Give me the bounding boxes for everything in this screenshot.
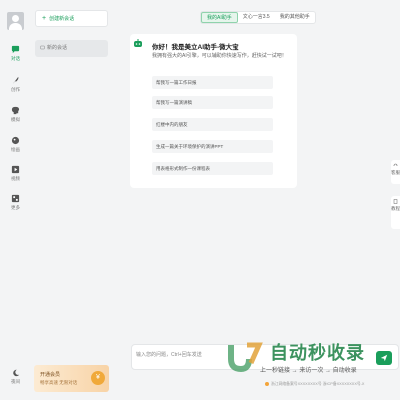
history-item-label: 新的会话 [47, 45, 68, 51]
palette-icon [11, 136, 20, 145]
watermark: 自动秒收录 上一秒链接 → 来访一次 → 自动收录 [225, 337, 400, 377]
rail-item-create[interactable]: 创作 [0, 76, 31, 100]
rail-label: 创作 [11, 87, 20, 92]
history-item[interactable]: 新的会话 [35, 40, 108, 57]
avatar[interactable] [7, 12, 24, 30]
rail-item-paint[interactable]: 绘画 [0, 136, 31, 160]
footer-info: 浙江网络备案号XXXXXXXX号 浙ICP备XXXXXXXX号-X [265, 382, 364, 387]
rail-label: 视频 [11, 176, 20, 181]
rail-label: 更多 [11, 205, 20, 210]
nav-rail: 对话 创作 模拟 绘画 视频 更多 夜间 [0, 0, 31, 400]
prompt-suggestion[interactable]: 帮我写一篇演讲稿 [152, 96, 273, 109]
prompt-suggestion[interactable]: 生成一篇关于环境保护的演讲PPT [152, 140, 273, 153]
coin-icon: ¥ [91, 371, 105, 385]
vip-banner[interactable]: 开通会员 畅享高速 无限对话 ¥ [34, 365, 109, 392]
welcome-card: 你好！我是美立AI助手-微大宝 我拥有强大的AI引擎，可以辅助你快速写作，赶快试… [130, 34, 297, 188]
support-button[interactable]: 客服 [391, 160, 400, 184]
history-sidebar: + 创建新会话 新的会话 开通会员 畅享高速 无限对话 ¥ [31, 0, 115, 400]
tab-other-assistant[interactable]: 我的其他助手 [275, 12, 315, 23]
grid-icon [11, 194, 20, 203]
rail-item-more[interactable]: 更多 [0, 194, 31, 218]
headset-icon [393, 163, 398, 166]
vip-subtitle: 畅享高速 无限对话 [40, 380, 78, 385]
welcome-subtitle: 我拥有强大的AI引擎，可以辅助你快速写作，赶快试一试吧！ [152, 53, 287, 59]
rail-label: 绘画 [11, 147, 20, 152]
watermark-subtitle: 上一秒链接 → 来访一次 → 自动收录 [260, 368, 357, 374]
welcome-title: 你好！我是美立AI助手-微大宝 [152, 44, 239, 51]
badge-icon [265, 382, 269, 386]
theme-label: 夜间 [11, 379, 20, 384]
chat-icon [11, 45, 20, 54]
video-icon [11, 165, 20, 174]
robot-icon [134, 39, 142, 47]
feather-icon [12, 76, 19, 85]
message-icon [40, 45, 45, 50]
tutorial-button[interactable]: 教程 [391, 196, 400, 229]
plus-icon: + [42, 15, 47, 22]
footer-text: 浙江网络备案号XXXXXXXX号 浙ICP备XXXXXXXX号-X [271, 382, 365, 386]
moon-icon [12, 369, 19, 377]
rail-item-simulate[interactable]: 模拟 [0, 106, 31, 130]
model-tabs: 我的AI助手 文心一言3.5 我的其他助手 [200, 11, 316, 24]
rail-item-video[interactable]: 视频 [0, 165, 31, 189]
rail-label: 模拟 [11, 117, 20, 122]
support-label: 客服 [391, 170, 400, 175]
prompt-suggestion[interactable]: 红楼中内的朋友 [152, 118, 273, 131]
tab-wenxin[interactable]: 文心一言3.5 [238, 12, 275, 23]
rail-label: 对话 [11, 56, 20, 61]
vip-title: 开通会员 [40, 372, 61, 378]
book-icon [393, 199, 398, 204]
rail-item-chat[interactable]: 对话 [0, 45, 31, 69]
prompt-suggestion[interactable]: 帮我写一篇工作日报 [152, 76, 273, 89]
new-chat-button[interactable]: + 创建新会话 [35, 10, 108, 27]
app-window: 对话 创作 模拟 绘画 视频 更多 夜间 + 创建新会话 新的会话 开通会员 畅… [0, 0, 400, 400]
theme-toggle[interactable]: 夜间 [0, 369, 31, 385]
tutorial-label: 教程 [391, 206, 400, 211]
head-icon [11, 106, 20, 115]
watermark-title: 自动秒收录 [270, 343, 365, 363]
tab-my-assistant[interactable]: 我的AI助手 [201, 12, 238, 23]
new-chat-label: 创建新会话 [49, 16, 75, 22]
prompt-suggestion[interactable]: 用表格形式制作一份课程表 [152, 162, 273, 175]
watermark-logo-icon [228, 342, 263, 373]
